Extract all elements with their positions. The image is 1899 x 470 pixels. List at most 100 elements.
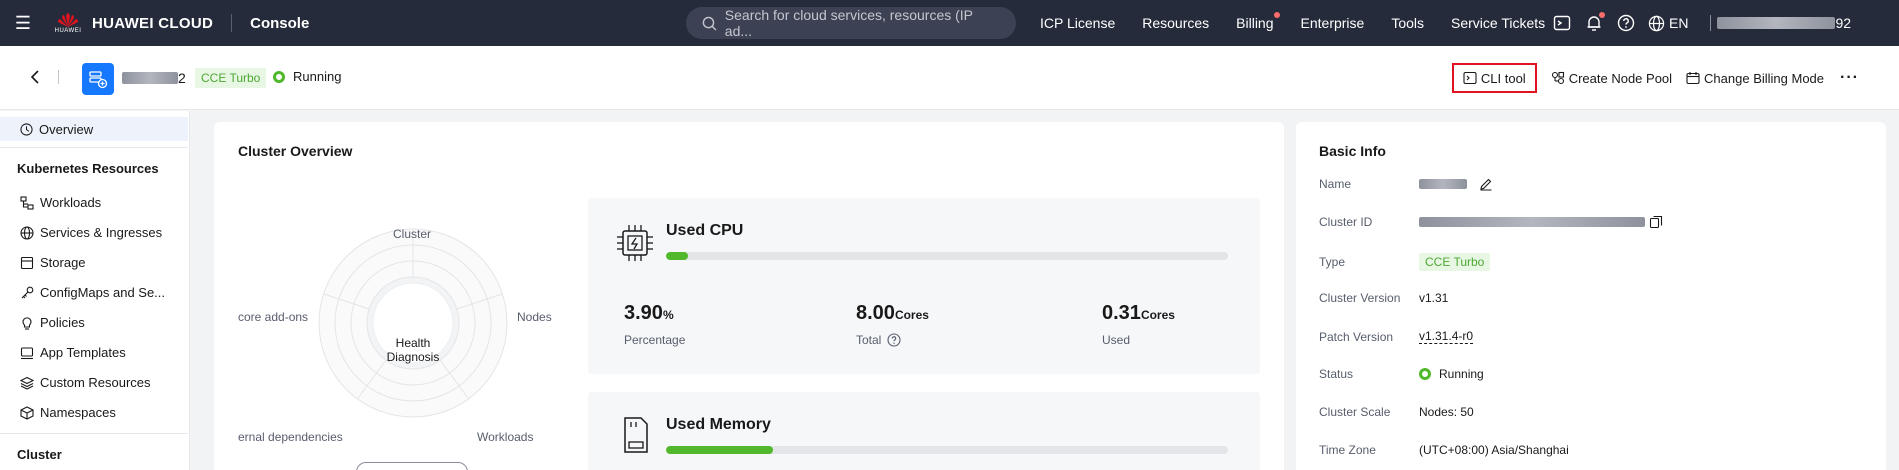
help-circle-icon[interactable] xyxy=(887,333,901,347)
used-memory-panel: Used Memory xyxy=(588,392,1260,470)
sidebar-divider xyxy=(0,147,188,148)
bulb-icon xyxy=(22,316,32,330)
key-icon xyxy=(21,286,34,298)
cluster-icon xyxy=(82,63,114,95)
info-value-type: CCE Turbo xyxy=(1419,253,1491,271)
info-row-time-zone: Time Zone (UTC+08:00) Asia/Shanghai xyxy=(1319,443,1569,457)
cpu-percentage-stat: 3.90% Percentage xyxy=(624,302,685,347)
hamburger-menu-icon[interactable]: ☰ xyxy=(0,0,46,46)
health-diagnosis-label[interactable]: Health Diagnosis xyxy=(383,336,443,364)
create-node-pool-label: Create Node Pool xyxy=(1568,70,1673,86)
sidebar-item-storage[interactable]: Storage xyxy=(20,255,86,270)
overview-icon xyxy=(20,122,33,136)
nav-link-tools[interactable]: Tools xyxy=(1391,15,1424,31)
cpu-total-label: Total xyxy=(856,333,882,347)
nav-link-billing[interactable]: Billing xyxy=(1236,12,1280,31)
info-label-status: Status xyxy=(1319,367,1354,381)
terminal-icon xyxy=(1463,71,1477,85)
sidebar-item-app-templates[interactable]: App Templates xyxy=(20,345,126,360)
billing-label: Billing xyxy=(1236,15,1274,31)
info-value-status: Running xyxy=(1419,367,1484,381)
memory-card-icon xyxy=(624,417,648,453)
sidebar-item-policies[interactable]: Policies xyxy=(20,315,85,330)
cpu-percentage-label: Percentage xyxy=(624,333,686,347)
sidebar-item-custom-resources[interactable]: Custom Resources xyxy=(20,375,151,390)
cpu-percentage-unit: % xyxy=(662,308,674,322)
template-icon xyxy=(20,346,34,359)
language-label: EN xyxy=(1669,15,1689,31)
info-label-cluster-id: Cluster ID xyxy=(1319,215,1373,229)
radar-label-core-addons: core add-ons xyxy=(238,310,309,324)
huawei-cloud-logo[interactable]: HUAWEI HUAWEI CLOUD xyxy=(54,9,213,37)
info-value-cluster-scale: Nodes: 50 xyxy=(1419,405,1474,419)
used-cpu-title: Used CPU xyxy=(666,222,744,239)
redacted-name-value xyxy=(1419,179,1467,189)
sidebar-item-namespaces[interactable]: Namespaces xyxy=(20,405,116,420)
diagnose-button[interactable] xyxy=(356,462,468,470)
edit-pencil-icon[interactable] xyxy=(1479,177,1493,191)
cloud-shell-icon[interactable] xyxy=(1552,13,1572,33)
storage-label: Storage xyxy=(40,255,86,270)
nav-link-enterprise[interactable]: Enterprise xyxy=(1301,15,1365,31)
language-switch[interactable]: EN xyxy=(1648,15,1688,32)
info-value-time-zone: (UTC+08:00) Asia/Shanghai xyxy=(1419,443,1569,457)
node-pool-icon xyxy=(1551,71,1564,85)
info-row-cluster-id: Cluster ID xyxy=(1319,215,1663,229)
help-question-icon[interactable] xyxy=(1616,13,1636,33)
nav-link-icp-license[interactable]: ICP License xyxy=(1040,15,1115,31)
cpu-percentage-value: 3.90 xyxy=(624,302,663,324)
notification-bell-icon[interactable] xyxy=(1584,12,1605,33)
info-label-name: Name xyxy=(1319,177,1352,191)
nav-link-service-tickets[interactable]: Service Tickets xyxy=(1451,15,1545,31)
more-actions-button[interactable]: ··· xyxy=(1840,69,1859,87)
sidebar-item-configmaps-secrets[interactable]: ConfigMaps and Se... xyxy=(20,285,165,300)
used-memory-title: Used Memory xyxy=(666,416,771,433)
billing-notification-dot xyxy=(1273,12,1280,18)
cpu-total-stat: 8.00Cores Total xyxy=(856,302,929,347)
redacted-cluster-id xyxy=(1419,217,1645,227)
console-link[interactable]: Console xyxy=(250,15,309,32)
header-divider xyxy=(58,70,59,84)
cpu-used-unit: Cores xyxy=(1140,308,1175,322)
sidebar-group-kubernetes-resources: Kubernetes Resources xyxy=(17,161,159,176)
sidebar-item-workloads[interactable]: Workloads xyxy=(20,195,101,210)
cluster-header: 2 CCE Turbo Running CLI tool Create Node… xyxy=(0,46,1899,110)
info-row-cluster-version: Cluster Version v1.31 xyxy=(1319,291,1448,305)
sidebar-group-cluster: Cluster xyxy=(17,447,62,462)
copy-icon[interactable] xyxy=(1649,215,1663,229)
cluster-name: 2 xyxy=(122,70,186,86)
configmaps-label: ConfigMaps and Se... xyxy=(40,285,166,300)
cpu-chip-icon xyxy=(617,225,653,261)
global-search-input[interactable]: Search for cloud services, resources (IP… xyxy=(686,7,1016,39)
cluster-type-badge: CCE Turbo xyxy=(195,68,267,88)
nav-divider xyxy=(231,14,233,32)
cpu-total-value: 8.00 xyxy=(856,302,895,324)
radar-label-workloads: Workloads xyxy=(477,430,534,444)
info-label-cluster-scale: Cluster Scale xyxy=(1319,405,1391,419)
back-arrow-icon[interactable] xyxy=(26,68,44,86)
cpu-total-label-row: Total xyxy=(856,333,929,347)
info-value-cluster-version: v1.31 xyxy=(1419,291,1449,305)
change-billing-mode-button[interactable]: Change Billing Mode xyxy=(1686,63,1824,93)
info-label-patch-version: Patch Version xyxy=(1319,329,1394,344)
cli-tool-button[interactable]: CLI tool xyxy=(1451,63,1537,93)
info-row-name: Name xyxy=(1319,177,1493,191)
custom-resources-label: Custom Resources xyxy=(40,375,151,390)
cpu-usage-bar-fill xyxy=(666,252,688,260)
sidebar-item-overview[interactable]: Overview xyxy=(0,117,188,141)
nav-link-resources[interactable]: Resources xyxy=(1142,15,1209,31)
sidebar-item-services-ingresses[interactable]: Services & Ingresses xyxy=(20,225,162,240)
user-account-menu[interactable]: 92 xyxy=(1717,15,1851,31)
create-node-pool-button[interactable]: Create Node Pool xyxy=(1551,63,1672,93)
radar-label-external-dependencies: ernal dependencies xyxy=(238,430,343,444)
memory-usage-bar-fill xyxy=(666,446,773,454)
cluster-status-label: Running xyxy=(293,69,342,84)
info-row-patch-version: Patch Version v1.31.4-r0 xyxy=(1319,329,1474,344)
radar-label-nodes: Nodes xyxy=(517,310,552,324)
info-value-patch-version[interactable]: v1.31.4-r0 xyxy=(1419,329,1474,344)
info-row-type: Type CCE Turbo xyxy=(1319,253,1491,271)
logo-subtext: HUAWEI xyxy=(54,28,82,34)
info-value-cluster-id xyxy=(1419,215,1663,229)
huawei-flower-icon: HUAWEI xyxy=(54,9,82,37)
redacted-cluster-name xyxy=(122,72,178,84)
